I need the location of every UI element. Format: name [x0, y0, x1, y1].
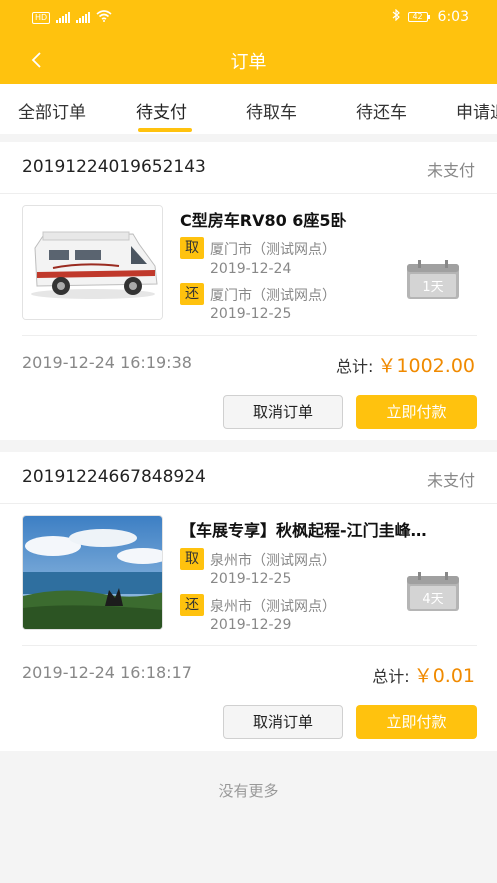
product-image: [22, 515, 163, 630]
order-header: 20191224667848924 未支付: [0, 452, 497, 504]
order-total: 总计: ￥1002.00: [336, 351, 475, 378]
app-header: HD 42 6:03 订单: [0, 0, 497, 84]
pay-now-button[interactable]: 立即付款: [356, 395, 477, 429]
order-status: 未支付: [426, 471, 475, 490]
order-total: 总计: ￥0.01: [372, 661, 475, 688]
product-name: 【车展专享】秋枫起程-江门圭峰…: [180, 521, 427, 540]
tab-all-orders[interactable]: 全部订单: [18, 98, 86, 123]
bluetooth-icon: [392, 8, 400, 25]
signal-icon: [56, 12, 71, 23]
battery-level: 42: [407, 12, 428, 22]
status-bar: HD 42 6:03: [0, 0, 497, 34]
created-time: 2019-12-24 16:18:17: [22, 663, 192, 682]
order-header: 20191224019652143 未支付: [0, 142, 497, 194]
total-label: 总计:: [336, 357, 374, 376]
pickup-date: 2019-12-24: [210, 261, 292, 277]
pickup-location: 泉州市（测试网点）: [210, 553, 336, 569]
status-time: 6:03: [437, 9, 469, 25]
rental-days: 4天: [422, 592, 444, 607]
total-label: 总计:: [372, 667, 410, 686]
cancel-order-button[interactable]: 取消订单: [223, 395, 343, 429]
divider: [22, 645, 477, 646]
cancel-order-button[interactable]: 取消订单: [223, 705, 343, 739]
pickup-date: 2019-12-25: [210, 571, 292, 587]
tab-refund[interactable]: 申请退: [456, 98, 497, 123]
pickup-tag: 取: [180, 548, 204, 570]
return-date: 2019-12-25: [210, 306, 292, 322]
calendar-icon: 1天: [406, 260, 460, 300]
hd-badge: HD: [32, 11, 51, 24]
order-number: 20191224667848924: [22, 467, 206, 487]
tab-pending-payment[interactable]: 待支付: [136, 98, 187, 123]
rental-days: 1天: [422, 280, 444, 295]
wifi-icon: [96, 10, 112, 25]
order-status: 未支付: [426, 161, 475, 180]
total-price: ￥1002.00: [377, 355, 475, 377]
return-tag: 还: [180, 594, 204, 616]
return-location: 厦门市（测试网点）: [210, 288, 336, 304]
battery-icon: 42: [407, 12, 430, 22]
return-tag: 还: [180, 283, 204, 305]
pickup-tag: 取: [180, 237, 204, 259]
pay-now-button[interactable]: 立即付款: [356, 705, 477, 739]
status-left: HD: [32, 10, 112, 25]
product-name: C型房车RV80 6座5卧: [180, 211, 347, 230]
order-number: 20191224019652143: [22, 157, 206, 177]
tab-pending-pickup[interactable]: 待取车: [246, 98, 297, 123]
calendar-icon: 4天: [406, 572, 460, 612]
return-date: 2019-12-29: [210, 617, 292, 633]
active-tab-indicator: [138, 128, 192, 132]
signal-icon-2: [76, 12, 91, 23]
no-more-text: 没有更多: [218, 782, 279, 800]
created-time: 2019-12-24 16:19:38: [22, 353, 192, 372]
page-title: 订单: [230, 52, 267, 73]
pickup-location: 厦门市（测试网点）: [210, 242, 336, 258]
total-price: ￥0.01: [413, 665, 475, 687]
order-tabs: 全部订单 待支付 待取车 待还车 申请退: [0, 84, 497, 134]
return-location: 泉州市（测试网点）: [210, 599, 336, 615]
divider: [22, 335, 477, 336]
order-card[interactable]: 20191224019652143 未支付 C型房车RV80 6座5卧 取 厦门…: [0, 142, 497, 440]
status-right: 42 6:03: [392, 8, 469, 25]
tab-pending-return[interactable]: 待还车: [356, 98, 407, 123]
order-card[interactable]: 20191224667848924 未支付 【车展专享】秋枫起程-江门圭峰… 取…: [0, 452, 497, 751]
product-image: [22, 205, 163, 320]
